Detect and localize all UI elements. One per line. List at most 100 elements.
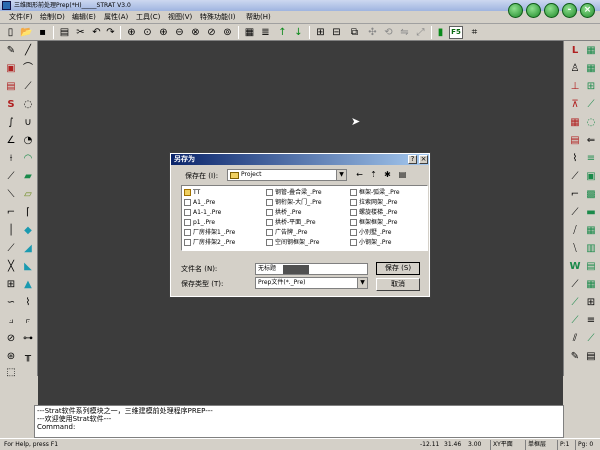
circle-green-icon[interactable]: ◌	[584, 116, 598, 130]
menu-special[interactable]: 特殊功能(I)	[200, 12, 236, 23]
offset-icon[interactable]: ⟊	[4, 152, 18, 166]
wind-w-icon[interactable]: W	[568, 260, 582, 274]
zoom-all-icon[interactable]: ⊗	[189, 26, 202, 39]
mesh-icon[interactable]: ⊞	[4, 278, 18, 292]
solid-icon[interactable]: ◣	[21, 260, 35, 274]
filetype-combo[interactable]: Prep文件(*._Pre) ▼	[255, 277, 368, 289]
file-item[interactable]: 小钢架_.Pre	[350, 238, 391, 247]
trim-icon[interactable]: ⟓	[4, 314, 18, 328]
print-icon[interactable]: ▤	[58, 26, 71, 39]
grid-icon[interactable]: ⊟	[330, 26, 343, 39]
rebar-icon[interactable]: ⟋	[568, 278, 582, 292]
select-icon[interactable]: ⬚	[4, 366, 18, 380]
file-item[interactable]: A1-1_.Pre	[184, 208, 221, 217]
file-item[interactable]: 框架-弧梁_.Pre	[350, 188, 400, 197]
file-item[interactable]: p1_.Pre	[184, 218, 215, 227]
file-item[interactable]: 拱桥_.Pre	[266, 208, 301, 217]
run-icon[interactable]: ▮	[434, 26, 447, 39]
rotate-icon[interactable]: ⟲	[382, 26, 395, 39]
menu-file[interactable]: 文件(F)	[9, 12, 33, 23]
extend-icon[interactable]: ⟋	[4, 242, 18, 256]
diagonal-icon[interactable]: ⟋	[4, 170, 18, 184]
column-icon[interactable]: ╥	[21, 350, 35, 364]
rows-icon[interactable]: ≡	[584, 152, 598, 166]
zoom-extents-icon[interactable]: ⊘	[205, 26, 218, 39]
load-line-icon[interactable]: ⟋	[568, 296, 582, 310]
panel-green-icon[interactable]: ▦	[584, 224, 598, 238]
zoom-out-icon[interactable]: ⊖	[173, 26, 186, 39]
node-grid-icon[interactable]: ⊞	[584, 296, 598, 310]
slab-green-icon[interactable]: ▬	[584, 206, 598, 220]
copy-icon[interactable]: ⧉	[348, 26, 361, 39]
menu-view[interactable]: 视图(V)	[168, 12, 192, 23]
bezier-icon[interactable]: ∪	[21, 116, 35, 130]
pencil-icon[interactable]: ✎	[4, 44, 18, 58]
close-button[interactable]: ×	[580, 3, 595, 18]
save-icon[interactable]: ▪	[36, 26, 49, 39]
file-item[interactable]: 钢桁架-大门_.Pre	[266, 198, 322, 207]
app-button-1[interactable]	[508, 3, 523, 18]
file-item[interactable]: 厂房排架1_.Pre	[184, 228, 235, 237]
f5-button[interactable]: F5	[449, 26, 463, 39]
angle-icon[interactable]: ∠	[4, 134, 18, 148]
up-folder-icon[interactable]: ⇡	[367, 169, 380, 181]
back-icon[interactable]: ←	[353, 169, 366, 181]
brace-2-icon[interactable]: ⧹	[568, 242, 582, 256]
tile-green-icon[interactable]: ▩	[584, 188, 598, 202]
menu-draw[interactable]: 绘制(D)	[40, 12, 65, 23]
parallelogram-icon[interactable]: ▱	[21, 188, 35, 202]
new-folder-icon[interactable]: ✱	[381, 169, 394, 181]
file-item[interactable]: 拉索网架_.Pre	[350, 198, 397, 207]
mirror-icon[interactable]: ⇋	[398, 26, 411, 39]
wedge-icon[interactable]: ▲	[21, 278, 35, 292]
edge-icon[interactable]: ⌈	[21, 206, 35, 220]
view-menu-icon[interactable]: ▤	[396, 169, 409, 181]
filename-input[interactable]: 无标题	[255, 263, 368, 275]
file-item[interactable]: 拱桥-平面_.Pre	[266, 218, 316, 227]
copy-layer-icon[interactable]: ▤	[4, 80, 18, 94]
curve-icon[interactable]: ∫	[4, 116, 18, 130]
chevron-down-icon[interactable]: ▼	[336, 170, 346, 180]
target-icon[interactable]: ⊛	[4, 350, 18, 364]
join-icon[interactable]: ⊶	[21, 332, 35, 346]
block-green-icon[interactable]: ▣	[584, 170, 598, 184]
arrow-down-icon[interactable]: ↓	[292, 26, 305, 39]
person-icon[interactable]: ♙	[568, 62, 582, 76]
move-icon[interactable]: ✣	[366, 26, 379, 39]
truss-icon[interactable]: ⊼	[568, 98, 582, 112]
zoom-prev-icon[interactable]: ⊚	[221, 26, 234, 39]
divide-icon[interactable]: ⊘	[4, 332, 18, 346]
check-table-icon[interactable]: ▤	[584, 350, 598, 364]
wall-green-icon[interactable]: ▥	[584, 242, 598, 256]
settings-icon[interactable]: ⌗	[468, 26, 481, 39]
dialog-close-button[interactable]: ×	[419, 155, 428, 164]
command-area[interactable]: ---Strat软件系列模块之一，三维建模前处理程序PREP--- ---欢迎使…	[34, 405, 564, 438]
beam-green-icon[interactable]: ▤	[584, 260, 598, 274]
edit-icon[interactable]: ✎	[568, 350, 582, 364]
menu-edit[interactable]: 编辑(E)	[72, 12, 96, 23]
shear-icon[interactable]: ⧸	[568, 224, 582, 238]
tilt-icon[interactable]: ⟋	[568, 314, 582, 328]
undo-icon[interactable]: ↶	[90, 26, 103, 39]
diagonal-green-icon[interactable]: ⟋	[584, 98, 598, 112]
save-in-combo[interactable]: Project ▼	[227, 169, 347, 181]
stack-icon[interactable]: ≣	[259, 26, 272, 39]
menu-tools[interactable]: 工具(C)	[136, 12, 160, 23]
fill-icon[interactable]: ▰	[21, 170, 35, 184]
menu-attribute[interactable]: 属性(A)	[104, 12, 128, 23]
scale-icon[interactable]: ⤢	[414, 26, 427, 39]
table-green-icon[interactable]: ▦	[584, 62, 598, 76]
slant-icon[interactable]: ⟋	[568, 206, 582, 220]
zoom-window-icon[interactable]: ⊙	[141, 26, 154, 39]
diag-green-icon[interactable]: ⟋	[584, 332, 598, 346]
frame-green-icon[interactable]: ⊞	[584, 80, 598, 94]
load-grid-icon[interactable]: ▦	[568, 116, 582, 130]
spiral-icon[interactable]: ◔	[21, 134, 35, 148]
open-folder-icon[interactable]: 📂	[20, 26, 33, 39]
circle-icon[interactable]: ◌	[21, 98, 35, 112]
minimize-button[interactable]: -	[562, 3, 577, 18]
lines-icon[interactable]: ≡	[584, 314, 598, 328]
layer-icon[interactable]: ▦	[243, 26, 256, 39]
app-button-3[interactable]	[544, 3, 559, 18]
polyline-icon[interactable]: ⟋	[21, 80, 35, 94]
